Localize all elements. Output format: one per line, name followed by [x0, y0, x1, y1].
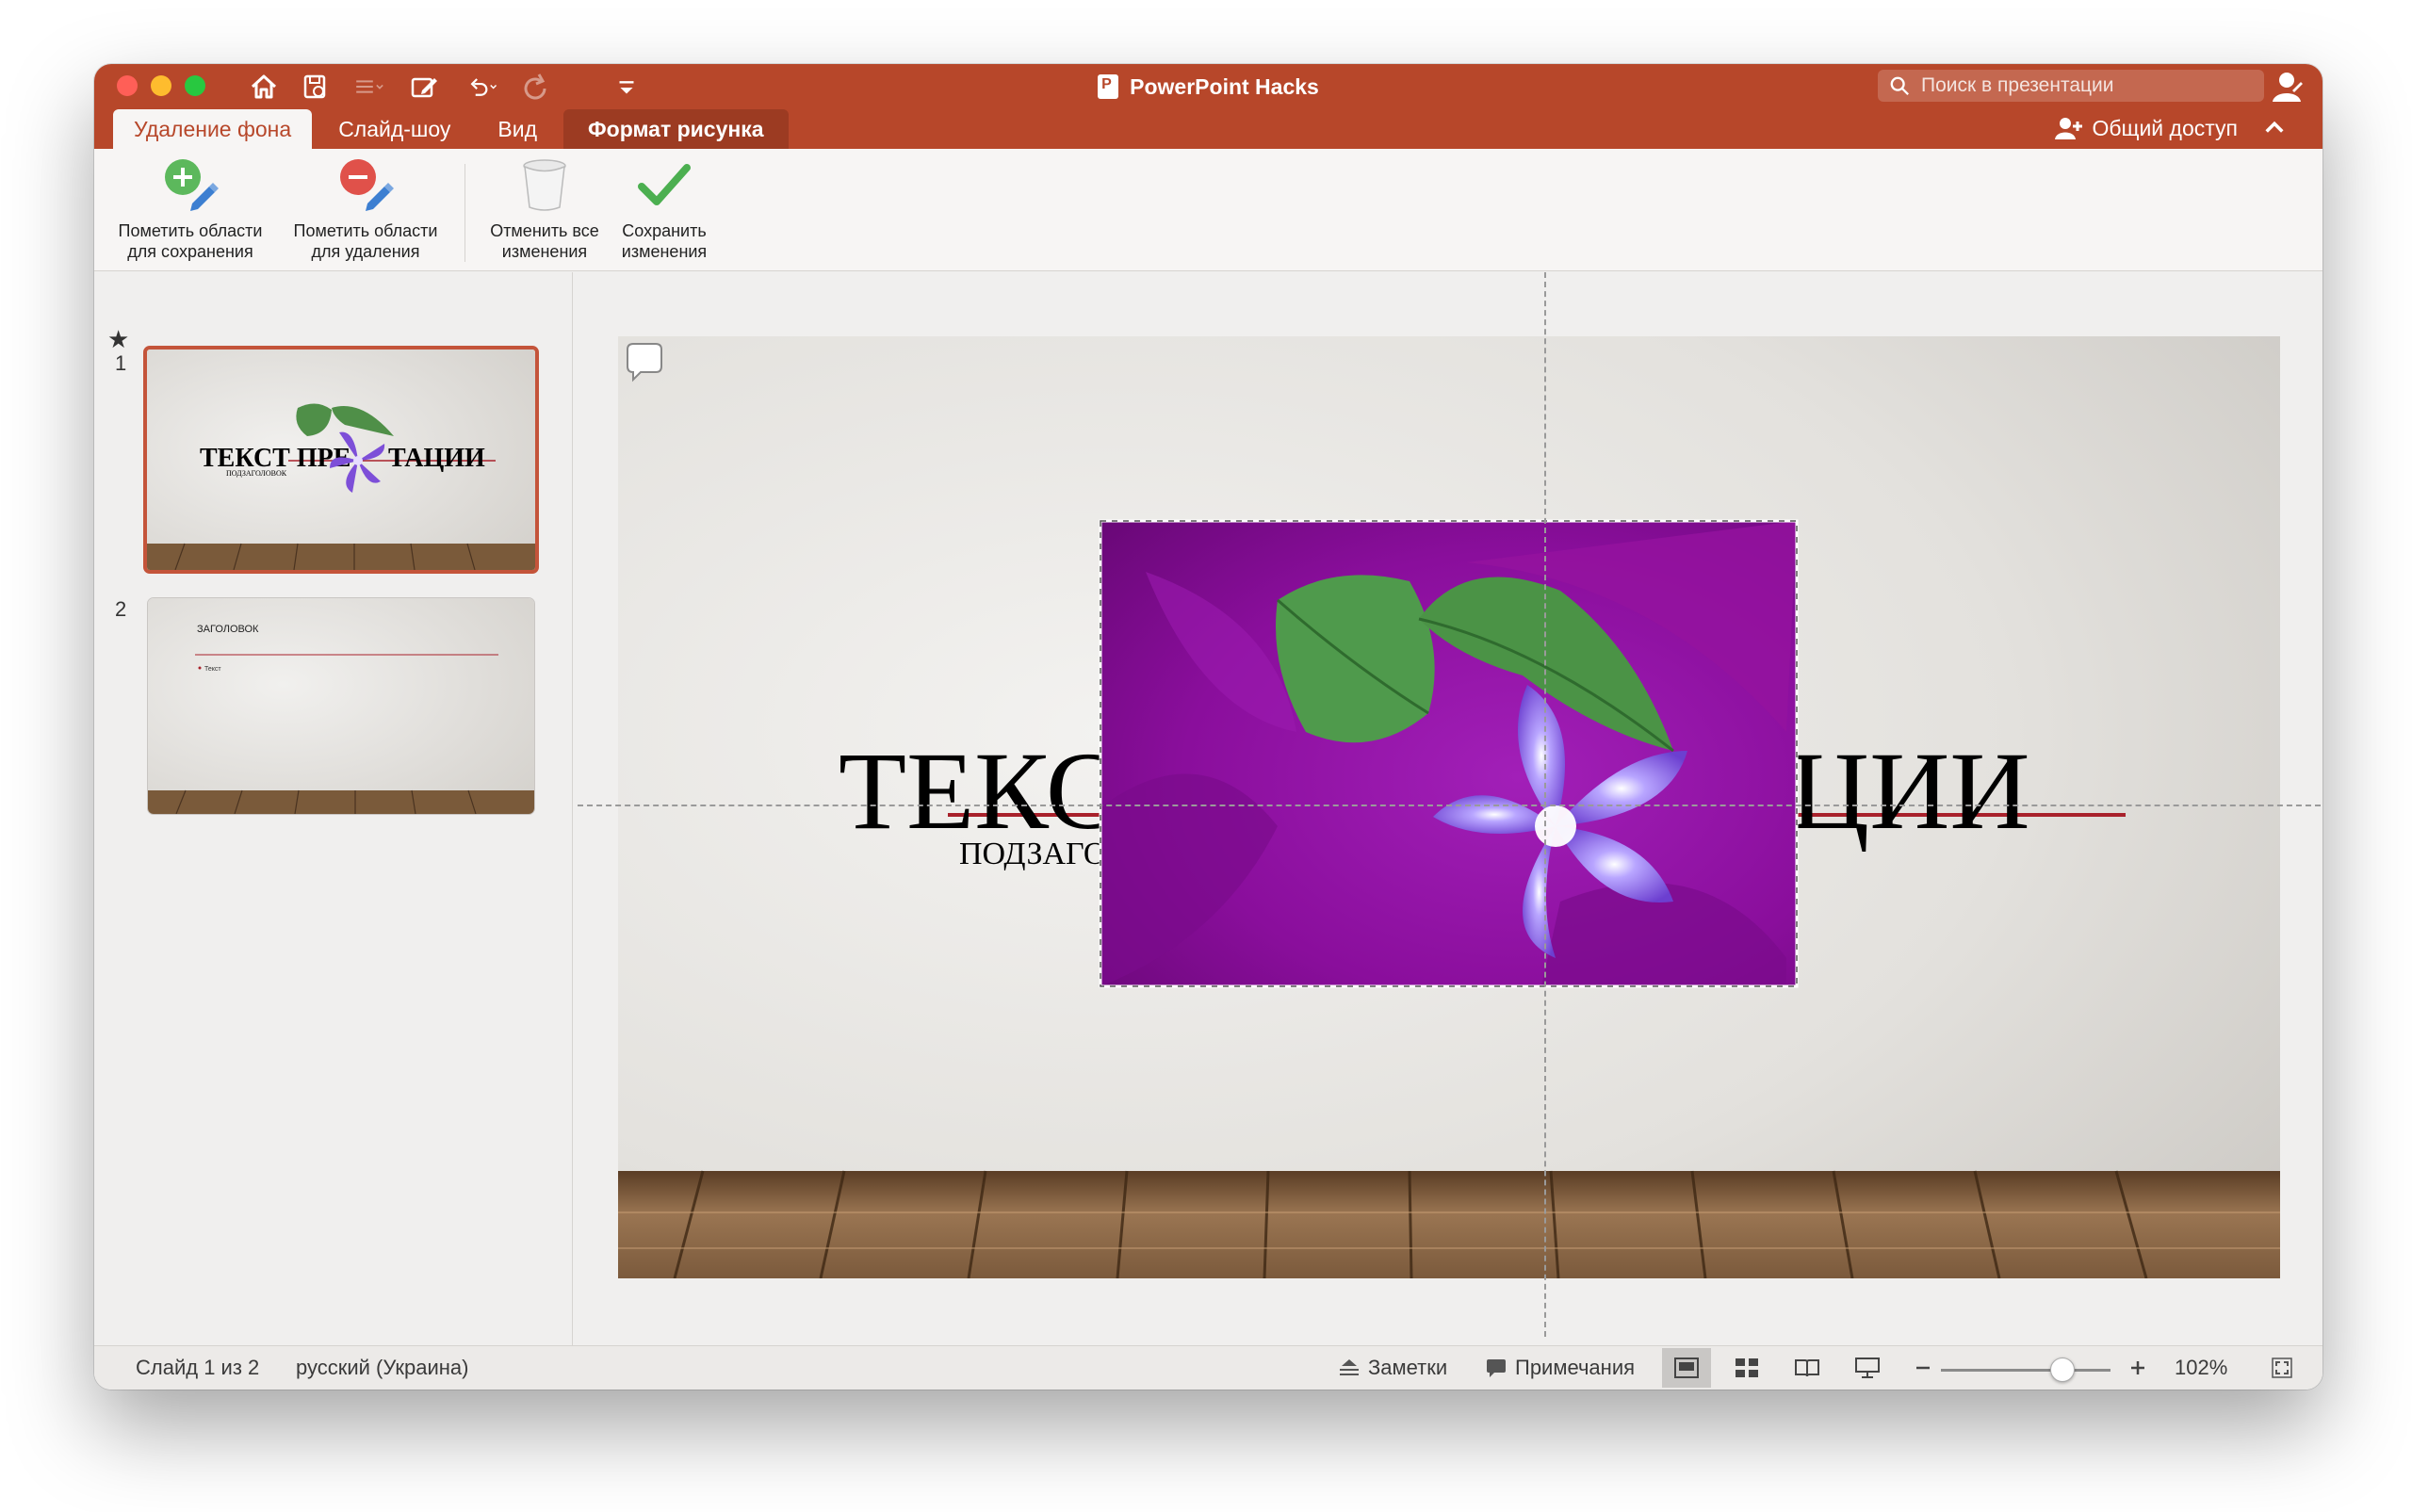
search-icon: [1890, 76, 1909, 95]
save-icon[interactable]: [296, 70, 334, 104]
mark-remove-icon: [335, 154, 396, 215]
search-input[interactable]: [1921, 74, 2241, 97]
customize-toolbar-icon[interactable]: [612, 70, 641, 104]
slide-number: 1: [115, 351, 127, 375]
presentation-icon: [1855, 1358, 1880, 1378]
tab-background-removal[interactable]: Удаление фона: [113, 109, 313, 149]
thumb-1-subtitle: ПОДЗАГОЛОВОК: [226, 469, 287, 478]
slide-thumbnail-1[interactable]: ТЕКСТ ПРЕ ТАЦИИ ПОДЗАГОЛОВОК: [143, 346, 539, 574]
zoom-out-button[interactable]: [1915, 1352, 1931, 1384]
minimize-button[interactable]: [151, 75, 171, 96]
share-label: Общий доступ: [2092, 115, 2238, 140]
tab-picture-format[interactable]: Формат рисунка: [563, 109, 789, 149]
discard-all-label: Отменить все изменения: [490, 221, 599, 261]
picture-with-removal-overlay[interactable]: [1099, 519, 1799, 988]
language-indicator[interactable]: русский (Украина): [296, 1356, 468, 1380]
mark-remove-label: Пометить области для удаления: [293, 221, 438, 261]
home-icon[interactable]: [245, 70, 283, 104]
window-title-text: PowerPoint Hacks: [1130, 73, 1319, 99]
thumb-2-bullet: Текст: [204, 666, 221, 673]
trash-icon: [514, 154, 575, 215]
keep-changes-label: Сохранить изменения: [621, 221, 708, 261]
horizontal-smart-guide: [578, 805, 2321, 806]
document-icon: [1098, 74, 1119, 99]
zoom-slider-track[interactable]: [1941, 1369, 2110, 1372]
plus-icon: [2131, 1361, 2144, 1374]
powerpoint-window: PowerPoint Hacks Удаление фона Слайд-шоу…: [94, 64, 2322, 1390]
slide-counter: Слайд 1 из 2: [136, 1356, 260, 1379]
mark-areas-to-keep-button[interactable]: Пометить области для сохранения: [106, 154, 275, 266]
comments-button[interactable]: Примечания: [1485, 1352, 1635, 1384]
slide-title-left: ТЕКС: [839, 729, 1120, 853]
slide-2-preview: ЗАГОЛОВОК Текст: [148, 598, 534, 814]
tab-slideshow[interactable]: Слайд-шоу: [318, 109, 471, 149]
title-bar: PowerPoint Hacks Удаление фона Слайд-шоу…: [94, 64, 2322, 149]
tab-view[interactable]: Вид: [477, 109, 558, 149]
checkmark-icon: [634, 154, 694, 215]
discard-all-changes-button[interactable]: Отменить все изменения: [479, 154, 611, 266]
ribbon-tabs: Удаление фона Слайд-шоу Вид Формат рисун…: [113, 109, 794, 149]
status-bar: Слайд 1 из 2 русский (Украина) Заметки П…: [94, 1345, 2322, 1390]
keep-changes-button[interactable]: Сохранить изменения: [612, 154, 716, 266]
share-button[interactable]: Общий доступ: [2054, 111, 2289, 145]
normal-view-icon: [1674, 1358, 1699, 1378]
book-icon: [1795, 1359, 1819, 1377]
notes-label: Заметки: [1368, 1356, 1448, 1379]
account-icon[interactable]: [2269, 70, 2305, 104]
slideshow-button[interactable]: [1843, 1348, 1892, 1388]
thumb-1-title-end: ТАЦИИ: [388, 444, 485, 473]
collapse-ribbon-icon[interactable]: [2260, 116, 2289, 140]
bullet-list-icon[interactable]: [345, 70, 392, 104]
mark-keep-icon: [160, 154, 220, 215]
slide-canvas[interactable]: ТЕКС ЦИИ ПОДЗАГО: [618, 336, 2280, 1278]
add-person-icon: [2055, 118, 2083, 139]
slide-sorter-button[interactable]: [1722, 1348, 1771, 1388]
reading-view-button[interactable]: [1783, 1348, 1832, 1388]
ribbon: Пометить области для сохранения Пометить…: [94, 149, 2322, 271]
edit-icon[interactable]: [403, 70, 445, 104]
search-box[interactable]: [1878, 70, 2264, 102]
notes-button[interactable]: Заметки: [1338, 1352, 1447, 1384]
redo-icon[interactable]: [516, 70, 554, 104]
zoom-percentage[interactable]: 102%: [2175, 1356, 2227, 1380]
zoom-in-button[interactable]: [2129, 1352, 2146, 1384]
thumb-2-title: ЗАГОЛОВОК: [197, 624, 259, 635]
fit-to-window-button[interactable]: [2257, 1348, 2306, 1388]
slide-thumbnail-2[interactable]: ЗАГОЛОВОК Текст: [147, 597, 535, 815]
close-button[interactable]: [117, 75, 138, 96]
slide-number: 2: [115, 597, 127, 621]
zoom-button[interactable]: [185, 75, 205, 96]
grid-view-icon: [1736, 1358, 1758, 1377]
slide-thumbnail-pane: 1 ★ ТЕКСТ ПРЕ ТАЦИИ ПОДЗАГОЛОВОК 2 ЗАГОЛ…: [94, 272, 573, 1390]
slide-subtitle: ПОДЗАГО: [959, 837, 1106, 871]
comment-icon: [1487, 1359, 1506, 1377]
fit-window-icon: [2272, 1358, 2292, 1378]
normal-view-button[interactable]: [1662, 1348, 1711, 1388]
animation-star-icon: ★: [107, 325, 130, 353]
mark-areas-to-remove-button[interactable]: Пометить области для удаления: [281, 154, 450, 266]
slide-1-preview: ТЕКСТ ПРЕ ТАЦИИ ПОДЗАГОЛОВОК: [147, 350, 535, 570]
undo-icon[interactable]: [456, 70, 509, 104]
ribbon-separator: [464, 164, 465, 262]
slide-title-right: ЦИИ: [1789, 729, 2030, 853]
notes-icon: [1340, 1359, 1359, 1375]
minus-icon: [1916, 1366, 1930, 1370]
slide-1-content: ТЕКС ЦИИ ПОДЗАГО: [618, 336, 2280, 1278]
zoom-slider-knob[interactable]: [2050, 1358, 2075, 1382]
mark-keep-label: Пометить области для сохранения: [118, 221, 263, 261]
comments-label: Примечания: [1515, 1356, 1636, 1379]
